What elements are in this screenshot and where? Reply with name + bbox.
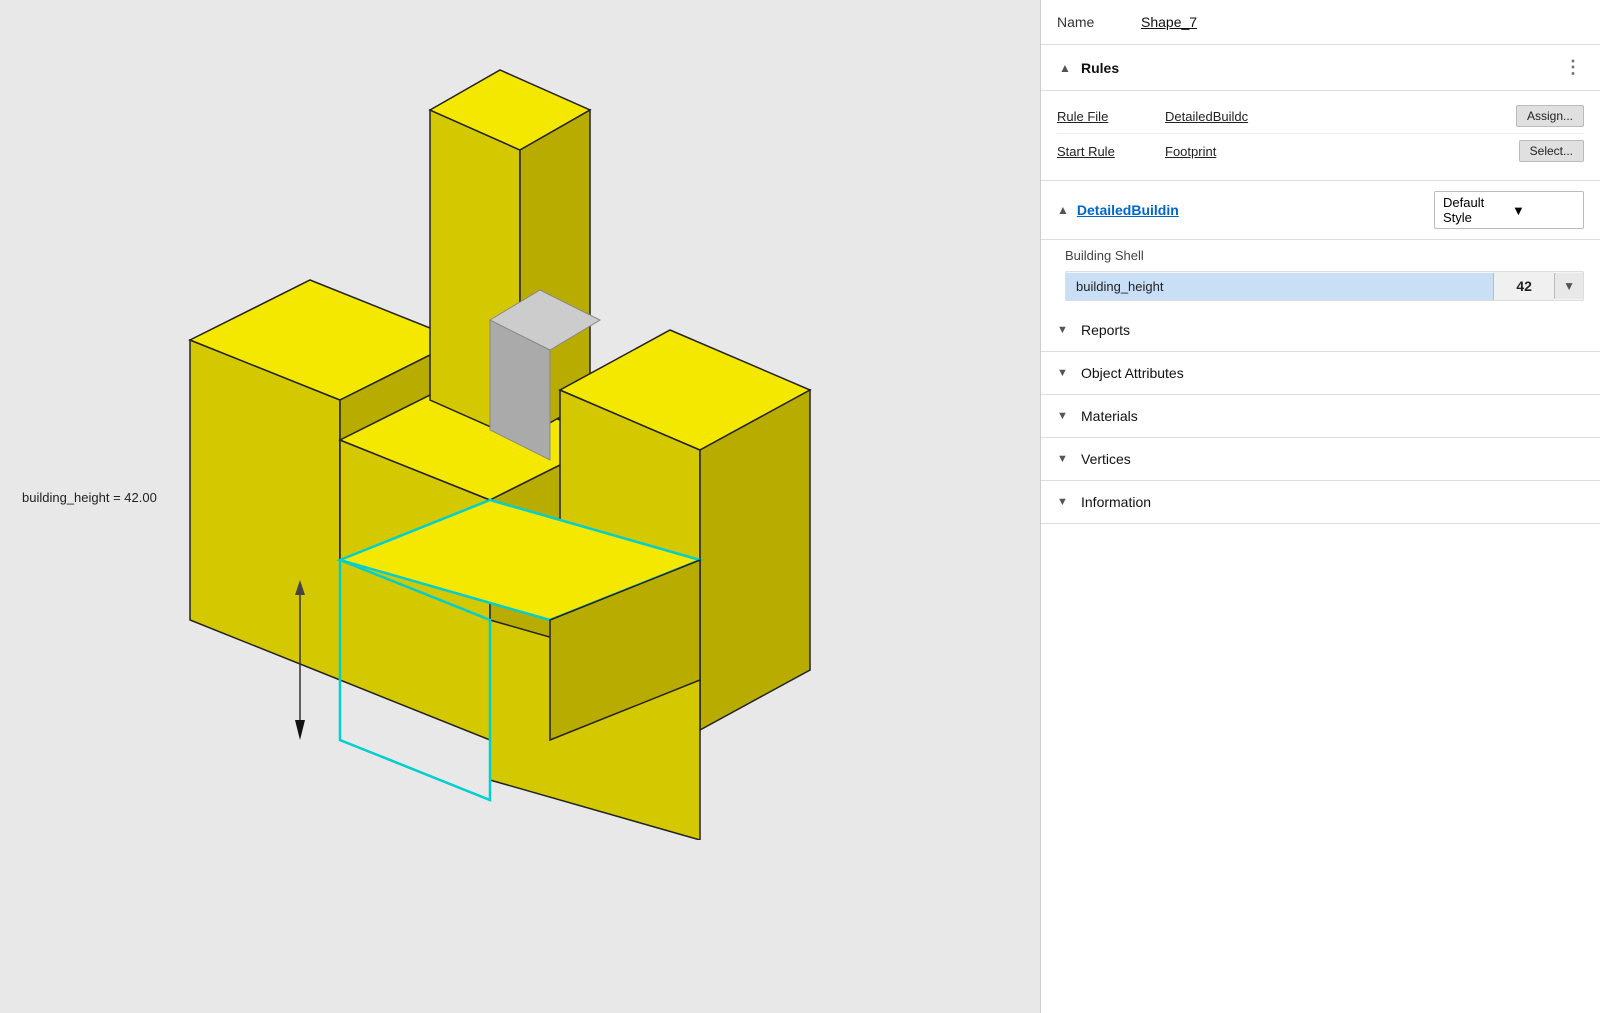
rules-section-title: Rules — [1081, 60, 1119, 76]
start-rule-value: Footprint — [1165, 144, 1511, 159]
param-value[interactable]: 42 — [1494, 272, 1554, 300]
assign-button[interactable]: Assign... — [1516, 105, 1584, 127]
rules-section-header[interactable]: ▲ Rules ⋮ — [1041, 45, 1600, 91]
name-row: Name Shape_7 — [1041, 0, 1600, 45]
rule-file-label[interactable]: Rule File — [1057, 109, 1157, 124]
rules-chevron-icon: ▲ — [1057, 61, 1073, 75]
right-panel: Name Shape_7 ▲ Rules ⋮ Rule File Detaile… — [1040, 0, 1600, 1013]
detailed-section-header[interactable]: ▲ DetailedBuildin Default Style ▼ — [1041, 181, 1600, 240]
detailed-chevron-icon: ▲ — [1057, 203, 1069, 217]
detailed-section-title[interactable]: DetailedBuildin — [1077, 202, 1179, 218]
information-chevron-icon: ▼ — [1057, 496, 1073, 508]
object-attributes-title: Object Attributes — [1081, 365, 1184, 381]
object-attributes-chevron-icon: ▼ — [1057, 367, 1073, 379]
name-label: Name — [1057, 14, 1117, 30]
name-value: Shape_7 — [1141, 14, 1197, 30]
start-rule-row: Start Rule Footprint Select... — [1057, 134, 1584, 168]
style-dropdown[interactable]: Default Style ▼ — [1434, 191, 1584, 229]
param-dropdown-icon[interactable]: ▼ — [1554, 273, 1583, 299]
building-3d — [130, 60, 850, 840]
vertices-title: Vertices — [1081, 451, 1131, 467]
information-section[interactable]: ▼ Information — [1041, 481, 1600, 524]
viewport[interactable]: building_height = 42.00 — [0, 0, 1040, 1013]
materials-section[interactable]: ▼ Materials — [1041, 395, 1600, 438]
building-shell-label: Building Shell — [1041, 240, 1600, 267]
materials-title: Materials — [1081, 408, 1138, 424]
reports-section[interactable]: ▼ Reports — [1041, 309, 1600, 352]
start-rule-label[interactable]: Start Rule — [1057, 144, 1157, 159]
information-title: Information — [1081, 494, 1151, 510]
rules-content: Rule File DetailedBuildc Assign... Start… — [1041, 91, 1600, 181]
param-name[interactable]: building_height — [1066, 273, 1494, 300]
style-dropdown-value: Default Style — [1443, 195, 1506, 225]
vertices-section[interactable]: ▼ Vertices — [1041, 438, 1600, 481]
materials-chevron-icon: ▼ — [1057, 410, 1073, 422]
reports-title: Reports — [1081, 322, 1130, 338]
select-button[interactable]: Select... — [1519, 140, 1584, 162]
vertices-chevron-icon: ▼ — [1057, 453, 1073, 465]
param-row: building_height 42 ▼ — [1065, 271, 1584, 301]
rule-file-row: Rule File DetailedBuildc Assign... — [1057, 99, 1584, 134]
reports-chevron-icon: ▼ — [1057, 324, 1073, 336]
object-attributes-section[interactable]: ▼ Object Attributes — [1041, 352, 1600, 395]
rules-menu-icon[interactable]: ⋮ — [1564, 57, 1584, 78]
rule-file-value: DetailedBuildc — [1165, 109, 1508, 124]
style-dropdown-chevron-icon: ▼ — [1512, 203, 1575, 218]
